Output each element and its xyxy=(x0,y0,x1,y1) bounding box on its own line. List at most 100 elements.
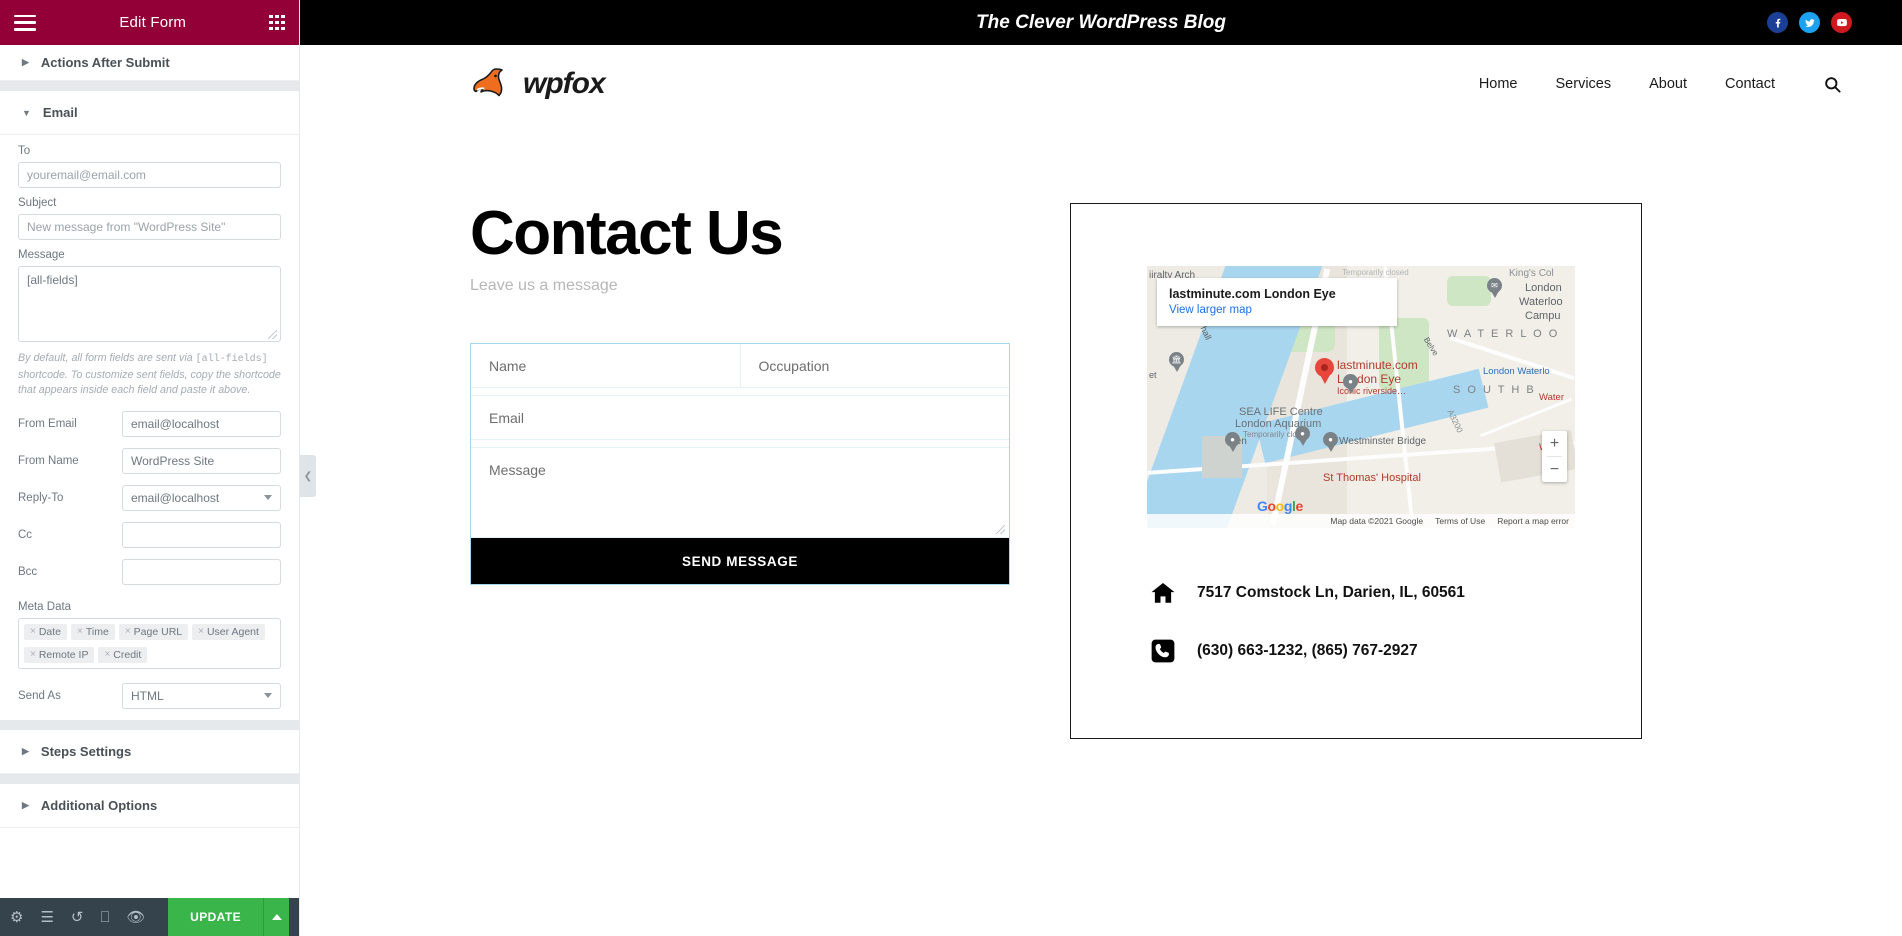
email-section-content: To youremail@email.com Subject New messa… xyxy=(0,135,299,709)
remove-tag-icon[interactable]: × xyxy=(125,626,131,637)
map-poi-marker[interactable]: ● xyxy=(1295,426,1310,446)
map-poi-marker[interactable]: 🏛 xyxy=(1169,352,1184,372)
from-email-input[interactable]: email@localhost xyxy=(122,410,281,437)
nav-item-services[interactable]: Services xyxy=(1556,76,1612,92)
form-row-name-occupation: Name Occupation xyxy=(471,344,1009,388)
map-label-et: et xyxy=(1149,370,1157,380)
update-options-button[interactable] xyxy=(263,898,289,936)
meta-tag[interactable]: × User Agent xyxy=(192,623,265,640)
section-label: Additional Options xyxy=(40,797,158,813)
meta-tag[interactable]: × Page URL xyxy=(118,623,189,640)
monitor-icon[interactable]: ⎕ xyxy=(100,910,109,925)
panel-header: Edit Form xyxy=(0,0,299,45)
social-links xyxy=(1767,12,1852,33)
to-input[interactable]: youremail@email.com xyxy=(18,162,281,188)
report-map-error-link[interactable]: Report a map error xyxy=(1497,516,1569,526)
map-poi-marker[interactable]: ● xyxy=(1343,374,1358,394)
remove-tag-icon[interactable]: × xyxy=(30,649,36,660)
message-value: [all-fields] xyxy=(27,273,78,287)
helper-part-a: By default, all form fields are sent via xyxy=(18,352,196,364)
from-email-label: From Email xyxy=(18,417,77,430)
remove-tag-icon[interactable]: × xyxy=(30,626,36,637)
section-actions-after-submit[interactable]: ▶ Actions After Submit xyxy=(0,45,299,81)
map-label-sealife: SEA LIFE Centre xyxy=(1239,406,1323,418)
google-map[interactable]: iiralty Arch Temporarily closed King's C… xyxy=(1147,266,1575,528)
page-content: Contact Us Leave us a message Name Occup… xyxy=(300,123,1902,739)
row-from-email: From Email email@localhost xyxy=(18,410,281,437)
remove-tag-icon[interactable]: × xyxy=(77,626,83,637)
meta-tag[interactable]: × Date xyxy=(24,623,68,640)
send-as-value: HTML xyxy=(131,688,164,703)
resize-grip-icon[interactable] xyxy=(996,525,1005,534)
map-marker-london-eye[interactable] xyxy=(1315,358,1334,384)
meta-tag[interactable]: × Time xyxy=(71,623,115,640)
map-label-waterloo-campus2: Campu xyxy=(1525,310,1561,322)
row-cc: Cc xyxy=(18,521,281,548)
nav-item-home[interactable]: Home xyxy=(1479,76,1518,92)
map-zoom-controls: + − xyxy=(1542,431,1567,482)
layers-icon[interactable]: ☰ xyxy=(40,910,53,925)
send-as-select[interactable]: HTML xyxy=(122,682,281,709)
eye-icon[interactable]: 👁 xyxy=(127,910,146,925)
message-textarea[interactable]: [all-fields] xyxy=(18,266,281,342)
from-name-input[interactable]: WordPress Site xyxy=(122,447,281,474)
reply-to-value: email@localhost xyxy=(131,490,220,505)
gear-icon[interactable]: ⚙ xyxy=(10,910,23,925)
meta-data-label: Meta Data xyxy=(18,600,72,613)
terms-of-use-link[interactable]: Terms of Use xyxy=(1435,516,1485,526)
map-poi-marker[interactable]: ● xyxy=(1323,432,1338,452)
form-spacer xyxy=(471,388,1009,396)
history-icon[interactable]: ↺ xyxy=(71,910,84,925)
cc-input[interactable] xyxy=(122,521,281,548)
nav-item-contact[interactable]: Contact xyxy=(1725,76,1775,92)
message-label: Message xyxy=(18,249,65,261)
map-poi-marker[interactable]: ● xyxy=(1225,432,1240,452)
chevron-down-icon xyxy=(264,495,272,501)
panel-collapse-handle[interactable]: ❮ xyxy=(300,455,316,497)
helper-part-b: shortcode. To customize sent fields, cop… xyxy=(18,368,281,397)
map-label-water: Water xyxy=(1539,392,1564,403)
page-title: Contact Us xyxy=(470,199,784,268)
section-email[interactable]: ▼ Email xyxy=(0,91,299,135)
section-steps-settings[interactable]: ▶ Steps Settings xyxy=(0,729,299,774)
twitter-icon[interactable] xyxy=(1799,12,1820,33)
chevron-right-icon: ▶ xyxy=(22,57,29,67)
bcc-label: Bcc xyxy=(18,565,38,578)
name-input[interactable]: Name xyxy=(471,344,740,388)
map-label-kings-coll: King's Col xyxy=(1509,268,1554,279)
meta-tag[interactable]: × Credit xyxy=(98,646,148,663)
update-button[interactable]: UPDATE xyxy=(168,898,263,936)
site-logo[interactable]: wpfox xyxy=(470,64,606,104)
hamburger-icon[interactable] xyxy=(14,14,36,31)
zoom-out-button[interactable]: − xyxy=(1542,457,1567,482)
message-input[interactable]: Message xyxy=(471,448,1009,538)
meta-data-tagbox[interactable]: × Date × Time × Page URL × User Agent × Remote IP… xyxy=(18,617,281,669)
from-name-label: From Name xyxy=(18,454,79,467)
view-larger-map-link[interactable]: View larger map xyxy=(1169,304,1385,316)
remove-tag-icon[interactable]: × xyxy=(104,649,110,660)
send-message-button[interactable]: SEND MESSAGE xyxy=(471,538,1009,584)
occupation-input[interactable]: Occupation xyxy=(739,344,1009,388)
map-label-st-thomas: St Thomas' Hospital xyxy=(1323,472,1421,484)
reply-to-select[interactable]: email@localhost xyxy=(122,484,281,511)
meta-tag[interactable]: × Remote IP xyxy=(24,646,95,663)
map-infobox: lastminute.com London Eye View larger ma… xyxy=(1157,278,1397,326)
caret-up-icon xyxy=(271,914,282,920)
zoom-in-button[interactable]: + xyxy=(1542,431,1567,456)
send-as-label: Send As xyxy=(18,689,61,702)
youtube-icon[interactable] xyxy=(1831,12,1852,33)
bcc-input[interactable] xyxy=(122,558,281,585)
helper-shortcode: [all-fields] xyxy=(195,354,268,365)
section-additional-options[interactable]: ▶ Additional Options xyxy=(0,783,299,828)
remove-tag-icon[interactable]: × xyxy=(198,626,204,637)
resize-grip-icon[interactable] xyxy=(268,330,277,339)
nav-item-about[interactable]: About xyxy=(1649,76,1687,92)
grid-icon[interactable] xyxy=(269,14,285,31)
subject-input[interactable]: New message from "WordPress Site" xyxy=(18,214,281,240)
form-spacer xyxy=(471,440,1009,448)
facebook-icon[interactable] xyxy=(1767,12,1788,33)
email-input[interactable]: Email xyxy=(471,396,1009,440)
map-poi-marker[interactable]: ✉ xyxy=(1487,278,1502,298)
map-label-london: London xyxy=(1525,282,1562,294)
search-icon[interactable] xyxy=(1823,75,1842,94)
